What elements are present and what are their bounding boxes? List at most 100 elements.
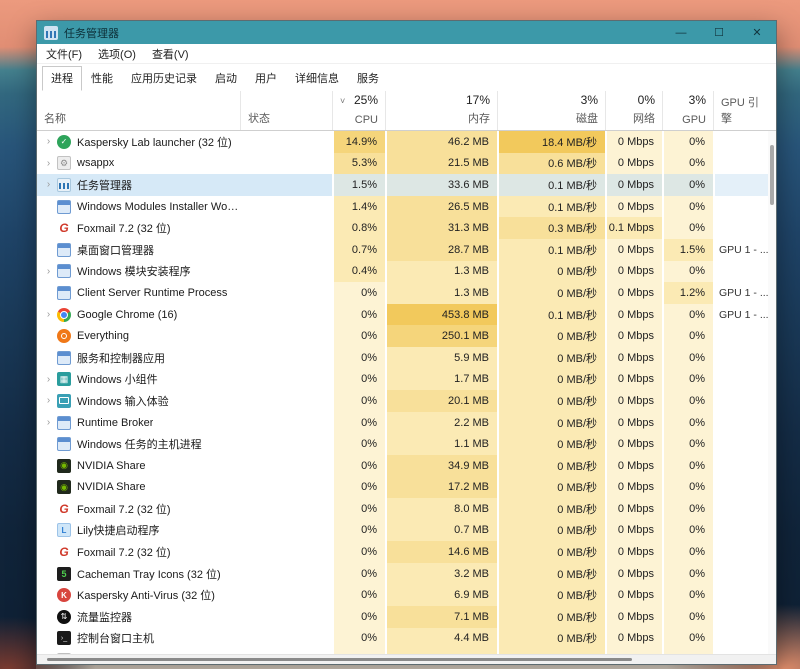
process-name-cell: Windows 任务的主机进程 — [37, 433, 240, 455]
process-name-cell: Lily快捷启动程序 — [37, 520, 240, 542]
expand-chevron-icon[interactable]: › — [42, 136, 55, 147]
memory-value: 34.9 MB — [385, 455, 497, 477]
maximize-button[interactable]: ☐ — [700, 21, 738, 44]
memory-value: 1.7 MB — [385, 369, 497, 391]
gpu-engine-value — [713, 477, 768, 499]
horizontal-scrollbar[interactable] — [37, 654, 776, 664]
table-row[interactable]: ›任务管理器1.5%33.6 MB0.1 MB/秒0 Mbps0% — [37, 174, 776, 196]
column-header-name[interactable]: 名称 — [37, 91, 240, 130]
table-row[interactable]: 控制台窗口主机0%4.4 MB0 MB/秒0 Mbps0% — [37, 628, 776, 650]
table-row[interactable]: 流量监控器0%7.1 MB0 MB/秒0 Mbps0% — [37, 606, 776, 628]
process-name-cell: Foxmail 7.2 (32 位) — [37, 498, 240, 520]
expand-chevron-icon[interactable]: › — [42, 395, 55, 406]
gpu-value: 1.2% — [662, 282, 713, 304]
gpu-value: 0% — [662, 217, 713, 239]
table-row[interactable]: ›Windows 小组件0%1.7 MB0 MB/秒0 Mbps0% — [37, 369, 776, 391]
process-name: NVIDIA Share — [77, 460, 145, 472]
table-row[interactable]: Kaspersky Anti-Virus (32 位)0%6.9 MB0 MB/… — [37, 584, 776, 606]
menubar: 文件(F) 选项(O) 查看(V) — [37, 44, 776, 64]
gpu-engine-value — [713, 412, 768, 434]
expand-chevron-icon[interactable]: › — [42, 417, 55, 428]
table-row[interactable]: ›Kaspersky Lab launcher (32 位)14.9%46.2 … — [37, 131, 776, 153]
column-header-status[interactable]: 状态 — [240, 91, 332, 130]
status-cell — [240, 217, 332, 239]
status-cell — [240, 606, 332, 628]
vertical-scrollbar-thumb[interactable] — [770, 145, 774, 205]
table-row[interactable]: 服务和控制器应用0%5.9 MB0 MB/秒0 Mbps0% — [37, 347, 776, 369]
disk-value: 0 MB/秒 — [497, 541, 605, 563]
column-header-memory[interactable]: 17% 内存 — [385, 91, 497, 130]
tab-app-history[interactable]: 应用历史记录 — [122, 66, 206, 91]
column-header-cpu[interactable]: ˅ 25% CPU — [332, 91, 385, 130]
expand-chevron-icon[interactable]: › — [42, 309, 55, 320]
menu-item-options[interactable]: 选项(O) — [98, 46, 136, 62]
menu-item-file[interactable]: 文件(F) — [46, 46, 82, 62]
table-header: 名称 状态 ˅ 25% CPU 17% 内存 3% 磁盘 0% 网络 3% GP… — [37, 91, 776, 131]
column-header-gpu-engine[interactable]: GPU 引擎 — [713, 91, 768, 130]
table-row[interactable]: Cacheman Tray Icons (32 位)0%3.2 MB0 MB/秒… — [37, 563, 776, 585]
process-name-cell: Foxmail 7.2 (32 位) — [37, 217, 240, 239]
process-name-cell: Everything — [37, 325, 240, 347]
disk-value: 0 MB/秒 — [497, 584, 605, 606]
tab-performance[interactable]: 性能 — [82, 66, 122, 91]
table-row[interactable]: NVIDIA Share0%17.2 MB0 MB/秒0 Mbps0% — [37, 477, 776, 499]
network-value: 0 Mbps — [605, 606, 662, 628]
network-value: 0 Mbps — [605, 131, 662, 153]
titlebar[interactable]: 任务管理器 — ☐ ✕ — [37, 21, 776, 44]
tab-processes[interactable]: 进程 — [42, 66, 82, 91]
cpu-value: 0% — [332, 584, 385, 606]
table-row[interactable]: ›Google Chrome (16)0%453.8 MB0.1 MB/秒0 M… — [37, 304, 776, 326]
network-value: 0 Mbps — [605, 153, 662, 175]
column-header-disk[interactable]: 3% 磁盘 — [497, 91, 605, 130]
tab-startup[interactable]: 启动 — [206, 66, 246, 91]
vertical-scrollbar[interactable] — [768, 131, 776, 654]
column-header-gpu[interactable]: 3% GPU — [662, 91, 713, 130]
expand-chevron-icon[interactable]: › — [42, 374, 55, 385]
process-name: Windows 小组件 — [77, 371, 158, 387]
table-row[interactable]: Foxmail 7.2 (32 位)0%14.6 MB0 MB/秒0 Mbps0… — [37, 541, 776, 563]
column-header-network[interactable]: 0% 网络 — [605, 91, 662, 130]
expand-chevron-icon[interactable]: › — [42, 266, 55, 277]
table-row[interactable]: NVIDIA Share0%34.9 MB0 MB/秒0 Mbps0% — [37, 455, 776, 477]
network-value: 0 Mbps — [605, 369, 662, 391]
process-name-cell: ›Windows 输入体验 — [37, 390, 240, 412]
table-row[interactable]: Windows Modules Installer Worker1.4%26.5… — [37, 196, 776, 218]
memory-value: 26.5 MB — [385, 196, 497, 218]
window-icon — [57, 243, 71, 257]
table-row[interactable]: ›wsappx5.3%21.5 MB0.6 MB/秒0 Mbps0% — [37, 153, 776, 175]
process-name: Foxmail 7.2 (32 位) — [77, 544, 171, 560]
close-button[interactable]: ✕ — [738, 21, 776, 44]
table-row[interactable]: Lily快捷启动程序0%0.7 MB0 MB/秒0 Mbps0% — [37, 520, 776, 542]
minimize-button[interactable]: — — [662, 21, 700, 44]
header-scrollbar-spacer — [768, 91, 776, 130]
process-name-cell: › Windows 小组件 — [37, 369, 240, 391]
table-row[interactable]: Windows 任务的主机进程0%1.1 MB0 MB/秒0 Mbps0% — [37, 433, 776, 455]
network-value: 0 Mbps — [605, 412, 662, 434]
table-row[interactable]: ›Runtime Broker0%2.2 MB0 MB/秒0 Mbps0% — [37, 412, 776, 434]
menu-item-view[interactable]: 查看(V) — [152, 46, 189, 62]
window-icon — [57, 437, 71, 451]
table-row[interactable]: 桌面窗口管理器0.7%28.7 MB0.1 MB/秒0 Mbps1.5%GPU … — [37, 239, 776, 261]
memory-value: 28.7 MB — [385, 239, 497, 261]
tab-users[interactable]: 用户 — [246, 66, 286, 91]
expand-chevron-icon[interactable]: › — [42, 158, 55, 169]
table-row[interactable]: Foxmail 7.2 (32 位)0.8%31.3 MB0.3 MB/秒0.1… — [37, 217, 776, 239]
network-value: 0 Mbps — [605, 174, 662, 196]
gpu-engine-value — [713, 153, 768, 175]
table-row[interactable]: Foxmail 7.2 (32 位)0%8.0 MB0 MB/秒0 Mbps0% — [37, 498, 776, 520]
tab-details[interactable]: 详细信息 — [286, 66, 348, 91]
table-row[interactable]: ›Windows 模块安装程序0.4%1.3 MB0 MB/秒0 Mbps0% — [37, 261, 776, 283]
cpu-value: 0.4% — [332, 261, 385, 283]
process-name-cell: Cacheman Tray Icons (32 位) — [37, 563, 240, 585]
disk-value: 0 MB/秒 — [497, 261, 605, 283]
expand-chevron-icon[interactable]: › — [42, 179, 55, 190]
memory-value: 31.3 MB — [385, 217, 497, 239]
table-row[interactable]: Everything0%250.1 MB0 MB/秒0 Mbps0% — [37, 325, 776, 347]
status-cell — [240, 196, 332, 218]
tab-services[interactable]: 服务 — [348, 66, 388, 91]
process-name: Google Chrome (16) — [77, 309, 177, 321]
network-total-percent: 0% — [613, 93, 655, 107]
table-row[interactable]: ›Windows 输入体验0%20.1 MB0 MB/秒0 Mbps0% — [37, 390, 776, 412]
table-row[interactable]: Client Server Runtime Process0%1.3 MB0 M… — [37, 282, 776, 304]
horizontal-scrollbar-thumb[interactable] — [47, 658, 632, 661]
